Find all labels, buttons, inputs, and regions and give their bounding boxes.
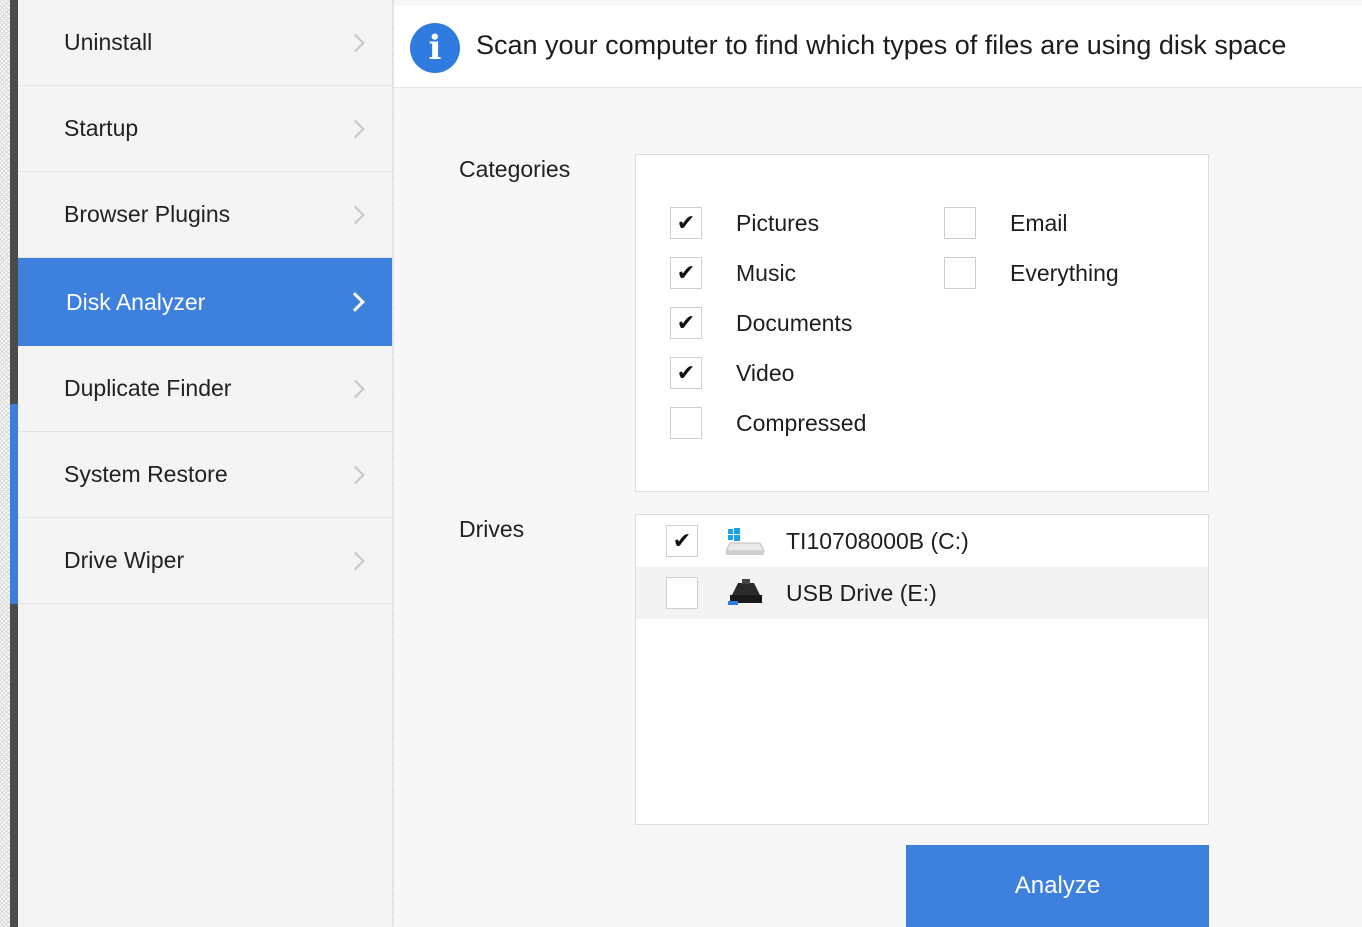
sidebar: Uninstall Startup Browser Plugins Disk A… [18, 0, 393, 927]
sidebar-item-label: Startup [64, 115, 139, 141]
chevron-right-icon [346, 551, 365, 570]
everything-checkbox[interactable] [944, 257, 976, 289]
categories-label: Categories [459, 156, 571, 182]
chevron-right-icon [346, 379, 365, 398]
info-banner: i Scan your computer to find which types… [394, 6, 1362, 88]
windows-drive-icon [725, 525, 766, 557]
email-checkbox[interactable] [944, 207, 976, 239]
sidebar-item-label: Uninstall [64, 29, 153, 55]
drive-label: USB Drive (E:) [786, 579, 937, 606]
sidebar-item-duplicate-finder[interactable]: Duplicate Finder [18, 346, 392, 432]
checkmark-icon: ✔ [676, 210, 696, 236]
sidebar-item-label: System Restore [64, 461, 228, 487]
category-label: Compressed [736, 409, 867, 436]
checkmark-icon: ✔ [676, 360, 696, 386]
info-text: Scan your computer to find which types o… [476, 30, 1287, 60]
analyze-button[interactable]: Analyze [906, 845, 1209, 927]
chevron-right-icon [346, 33, 365, 52]
sidebar-item-label: Duplicate Finder [64, 375, 232, 401]
sidebar-item-disk-analyzer[interactable]: Disk Analyzer [18, 258, 392, 346]
usb-drive-icon [726, 577, 766, 609]
info-icon: i [410, 23, 460, 73]
chevron-right-icon [345, 292, 365, 312]
main-panel: i Scan your computer to find which types… [394, 0, 1362, 927]
chevron-right-icon [346, 205, 365, 224]
category-pictures[interactable]: ✔ Pictures [670, 206, 819, 240]
drive-label: TI10708000B (C:) [786, 527, 969, 554]
category-music[interactable]: ✔ Music [670, 256, 796, 290]
category-video[interactable]: ✔ Video [670, 356, 794, 390]
drives-list: ✔ TI10708000B (C:) USB Drive (E:) [635, 514, 1209, 825]
sidebar-item-startup[interactable]: Startup [18, 86, 392, 172]
checkmark-icon: ✔ [676, 310, 696, 336]
category-email[interactable]: Email [944, 206, 1068, 240]
sidebar-item-system-restore[interactable]: System Restore [18, 432, 392, 518]
music-checkbox[interactable]: ✔ [670, 257, 702, 289]
category-label: Everything [1010, 259, 1119, 286]
window-left-edge [10, 0, 18, 927]
category-label: Music [736, 259, 797, 286]
drive-row-c[interactable]: ✔ TI10708000B (C:) [636, 515, 1208, 567]
checkmark-icon: ✔ [676, 260, 696, 286]
checkmark-icon: ✔ [672, 528, 692, 554]
pictures-checkbox[interactable]: ✔ [670, 207, 702, 239]
categories-box: ✔ Pictures ✔ Music ✔ Documents ✔ Video C… [635, 154, 1209, 492]
drive-e-checkbox[interactable] [666, 577, 698, 609]
category-label: Documents [736, 309, 853, 336]
sidebar-item-label: Drive Wiper [64, 547, 185, 573]
sidebar-item-label: Disk Analyzer [66, 288, 206, 315]
drive-c-checkbox[interactable]: ✔ [666, 525, 698, 557]
video-checkbox[interactable]: ✔ [670, 357, 702, 389]
category-documents[interactable]: ✔ Documents [670, 306, 852, 340]
category-label: Video [736, 359, 795, 386]
category-compressed[interactable]: Compressed [670, 406, 866, 440]
left-edge-accent [10, 404, 18, 604]
sidebar-item-uninstall[interactable]: Uninstall [18, 0, 392, 86]
sidebar-item-label: Browser Plugins [64, 201, 231, 227]
sidebar-item-browser-plugins[interactable]: Browser Plugins [18, 172, 392, 258]
compressed-checkbox[interactable] [670, 407, 702, 439]
category-label: Email [1010, 209, 1068, 236]
chevron-right-icon [346, 119, 365, 138]
sidebar-item-drive-wiper[interactable]: Drive Wiper [18, 518, 392, 604]
category-everything[interactable]: Everything [944, 256, 1119, 290]
chevron-right-icon [346, 465, 365, 484]
drives-label: Drives [459, 516, 525, 542]
category-label: Pictures [736, 209, 820, 236]
documents-checkbox[interactable]: ✔ [670, 307, 702, 339]
drive-row-e[interactable]: USB Drive (E:) [636, 567, 1208, 619]
